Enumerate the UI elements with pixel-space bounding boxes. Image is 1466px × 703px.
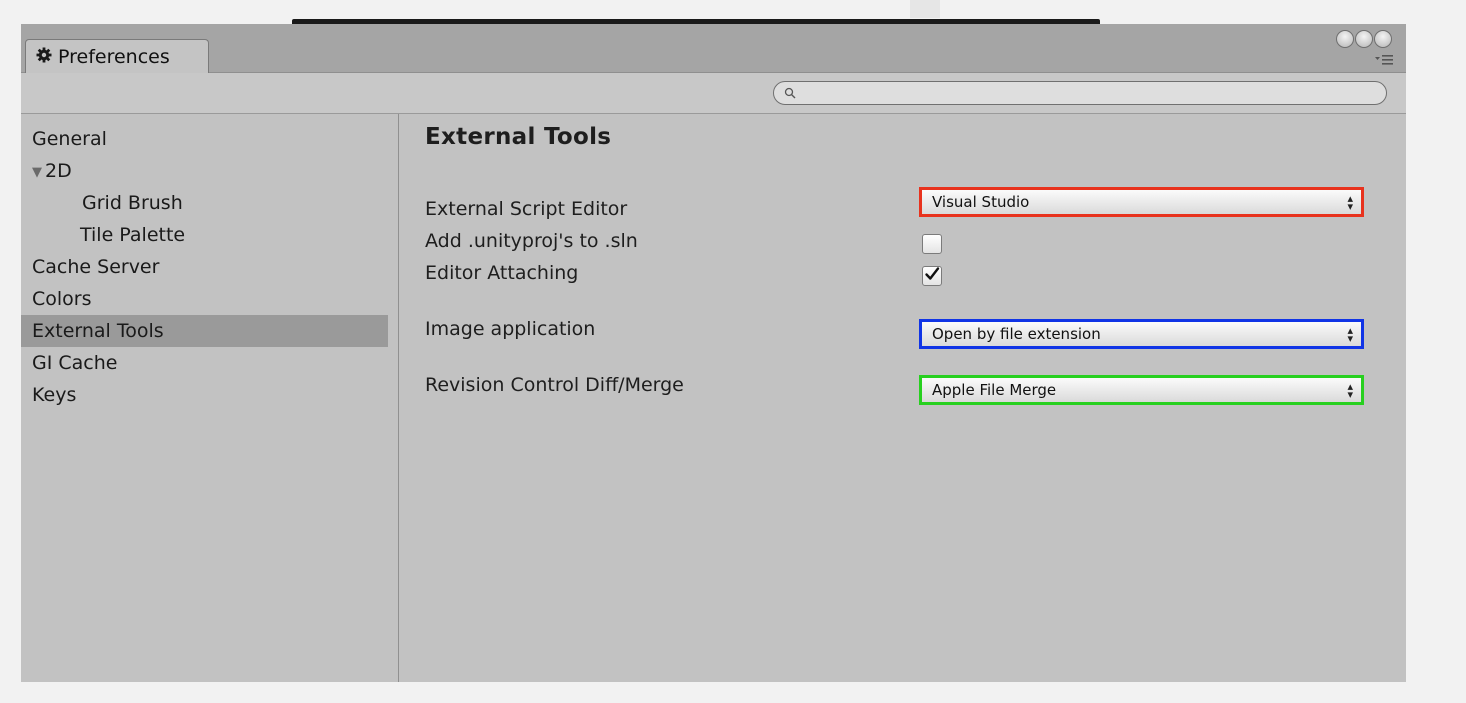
expand-triangle-icon[interactable]: ▼ (32, 157, 44, 189)
revision-control-label: Revision Control Diff/Merge (425, 374, 684, 396)
search-icon (784, 84, 796, 103)
circle-button-icon[interactable] (1374, 30, 1392, 48)
preferences-tab[interactable]: Preferences (25, 39, 209, 73)
sidebar-item-keys[interactable]: Keys (21, 379, 388, 411)
image-application-dropdown[interactable]: Open by file extension ▴ ▾ (919, 319, 1364, 349)
dropdown-value: Apple File Merge (932, 381, 1057, 399)
page-title: External Tools (425, 124, 612, 150)
sidebar-item-label: Grid Brush (82, 192, 183, 214)
sidebar-item-label: Keys (32, 384, 77, 406)
search-bar (21, 73, 1406, 114)
sidebar-item-label: 2D (45, 160, 72, 182)
menu-icon[interactable] (1374, 52, 1394, 66)
sidebar-item-tile-palette[interactable]: Tile Palette (21, 219, 388, 251)
image-application-label: Image application (425, 318, 596, 340)
sidebar-item-2d[interactable]: ▼ 2D (21, 155, 388, 187)
sidebar-item-cache-server[interactable]: Cache Server (21, 251, 388, 283)
updown-arrow-icon: ▴ ▾ (1347, 192, 1353, 213)
sidebar-item-colors[interactable]: Colors (21, 283, 388, 315)
search-input[interactable] (800, 84, 1386, 102)
sidebar-item-general[interactable]: General (21, 123, 388, 155)
add-unityproj-checkbox[interactable] (922, 234, 942, 254)
sidebar-item-grid-brush[interactable]: Grid Brush (21, 187, 388, 219)
add-unityproj-label: Add .unityproj's to .sln (425, 230, 638, 252)
gear-icon (36, 47, 52, 67)
tab-title: Preferences (58, 45, 170, 68)
editor-attaching-checkbox[interactable] (922, 266, 942, 286)
dropdown-value: Open by file extension (932, 325, 1101, 343)
sidebar-item-gi-cache[interactable]: GI Cache (21, 347, 388, 379)
background-block (910, 0, 940, 18)
external-tools-panel: External Tools External Script Editor Vi… (400, 114, 1406, 682)
circle-button-icon[interactable] (1336, 30, 1354, 48)
sidebar-item-label: External Tools (32, 320, 164, 342)
preferences-sidebar: General ▼ 2D Grid Brush Tile Palette Cach… (21, 114, 399, 682)
sidebar-item-label: Cache Server (32, 256, 160, 278)
window-buttons (1336, 30, 1392, 48)
sidebar-item-label: Tile Palette (80, 224, 186, 246)
sidebar-item-label: GI Cache (32, 352, 118, 374)
circle-button-icon[interactable] (1355, 30, 1373, 48)
title-bar: Preferences (21, 24, 1406, 73)
checkmark-icon (924, 266, 940, 286)
updown-arrow-icon: ▴ ▾ (1347, 324, 1353, 345)
sidebar-item-label: Colors (32, 288, 92, 310)
external-script-editor-label: External Script Editor (425, 198, 628, 220)
search-field[interactable] (773, 81, 1387, 105)
background-strip (0, 0, 1466, 24)
preferences-window: Preferences General ▼ 2D Grid Brush Tile… (21, 24, 1406, 682)
dropdown-value: Visual Studio (932, 193, 1030, 211)
revision-control-dropdown[interactable]: Apple File Merge ▴ ▾ (919, 375, 1364, 405)
external-script-editor-dropdown[interactable]: Visual Studio ▴ ▾ (919, 187, 1364, 217)
editor-attaching-label: Editor Attaching (425, 262, 579, 284)
updown-arrow-icon: ▴ ▾ (1347, 380, 1353, 401)
sidebar-item-external-tools[interactable]: External Tools (21, 315, 388, 347)
sidebar-item-label: General (32, 128, 107, 150)
